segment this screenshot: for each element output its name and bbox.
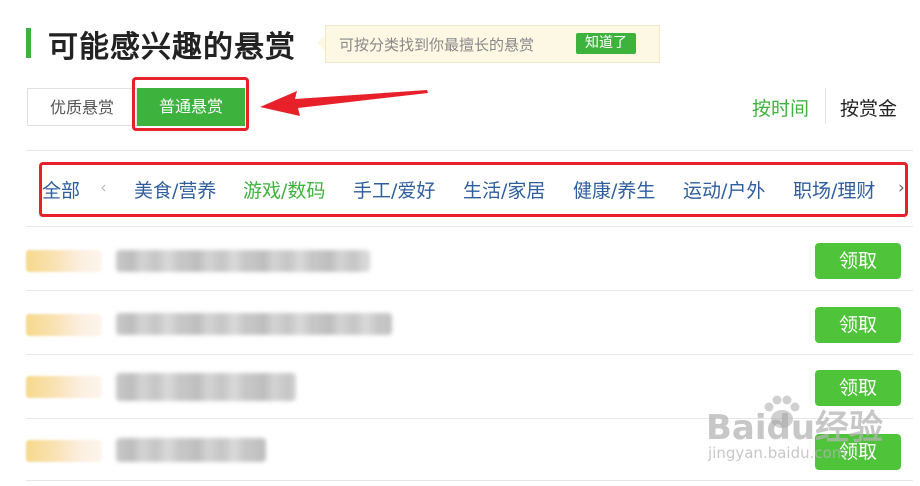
page-title: 可能感兴趣的悬赏 [48, 30, 296, 65]
claim-button[interactable]: 领取 [815, 243, 901, 279]
avatar [26, 440, 102, 462]
title-accent-bar [26, 28, 31, 58]
annotation-highlight-categories [39, 162, 908, 217]
divider [26, 354, 913, 355]
sort-by-reward[interactable]: 按赏金 [840, 94, 897, 121]
divider [26, 226, 913, 227]
claim-button[interactable]: 领取 [815, 307, 901, 343]
tab-quality-bounty[interactable]: 优质悬赏 [27, 88, 137, 126]
tip-text: 可按分类找到你最擅长的悬赏 [339, 36, 535, 54]
sort-by-time[interactable]: 按时间 [752, 94, 809, 121]
watermark-url: jingyan.baidu.com [708, 444, 847, 462]
question-title-blurred[interactable] [116, 250, 370, 272]
divider [26, 150, 913, 151]
annotation-arrow-icon [260, 90, 428, 116]
paw-icon [764, 395, 800, 428]
divider [26, 480, 913, 481]
sort-divider [825, 88, 826, 124]
question-title-blurred[interactable] [116, 438, 266, 462]
question-title-blurred[interactable] [116, 373, 296, 401]
annotation-highlight-tab [132, 77, 249, 131]
question-title-blurred[interactable] [116, 313, 392, 335]
avatar [26, 314, 102, 336]
tip-dismiss-button[interactable]: 知道了 [576, 33, 636, 54]
avatar [26, 376, 102, 398]
avatar [26, 250, 102, 272]
divider [26, 290, 913, 291]
